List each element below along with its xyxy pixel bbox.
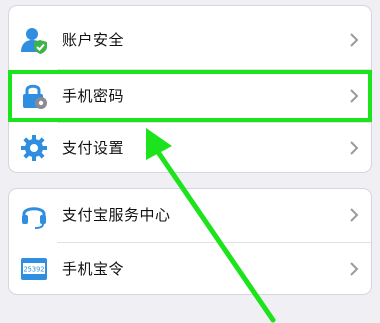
- settings-group-2: 支付宝服务中心 25392 手机宝令: [8, 188, 372, 295]
- menu-item-account-security[interactable]: 账户安全: [9, 14, 371, 66]
- token-code: 25392: [23, 266, 44, 274]
- menu-item-label: 手机宝令: [62, 260, 125, 278]
- menu-item-label: 支付宝服务中心: [62, 206, 171, 224]
- headset-icon: [22, 207, 46, 229]
- chevron-right-icon: [350, 262, 359, 276]
- screen: { "settings": { "group1": [ {"label": "账…: [0, 0, 380, 323]
- menu-item-label: 账户安全: [62, 31, 125, 49]
- gear-icon: [21, 135, 47, 161]
- chevron-right-icon: [350, 33, 359, 47]
- chevron-right-icon: [350, 208, 359, 222]
- token-display-icon: 25392: [21, 258, 47, 280]
- user-shield-icon: [21, 28, 47, 54]
- menu-item-service-center[interactable]: 支付宝服务中心: [9, 189, 371, 241]
- highlight-box: [8, 70, 372, 122]
- menu-item-phone-token[interactable]: 25392 手机宝令: [9, 243, 371, 295]
- menu-item-label: 支付设置: [62, 139, 125, 157]
- chevron-right-icon: [350, 141, 359, 155]
- menu-item-payment-settings[interactable]: 支付设置: [9, 122, 371, 174]
